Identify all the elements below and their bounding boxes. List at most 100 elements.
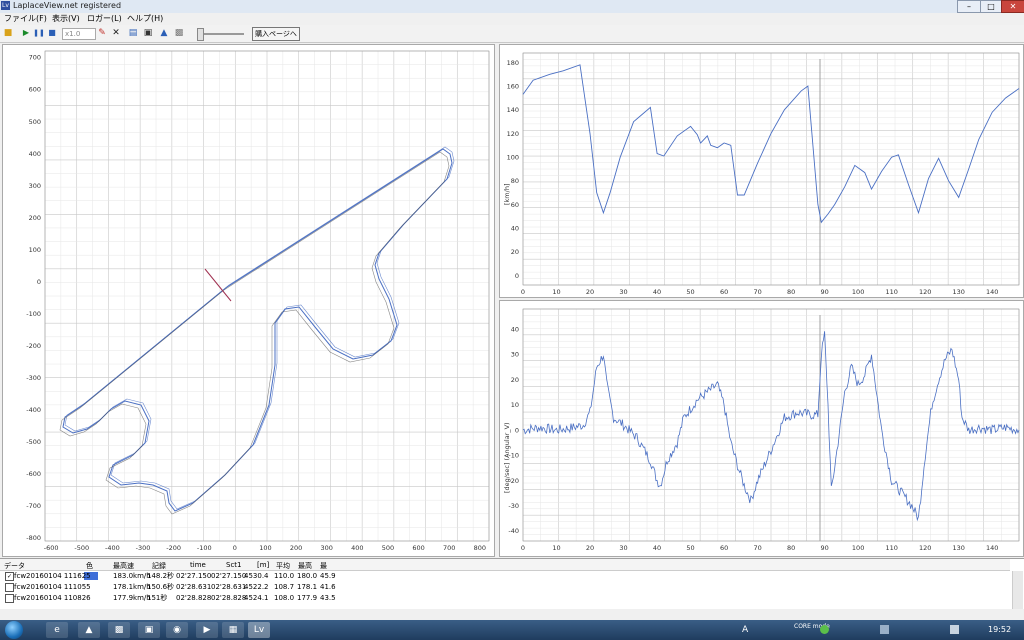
lap-data-list: データ 色 最高速 記録 time Sct1 [m] 平均 最高 最 ✓ fcw2… xyxy=(0,558,1024,609)
speed-y-tick: 40 xyxy=(511,224,519,232)
tray-network-icon[interactable] xyxy=(880,625,889,634)
close-icon[interactable]: ✕ xyxy=(1001,0,1024,13)
angular-chart-panel: 0 10 20 30 40 50 60 70 80 90 100 110 120 130 140 40 30 20… xyxy=(499,300,1024,557)
window-layout-icon[interactable]: ▣ xyxy=(142,27,154,39)
track-map[interactable]: -600 -500 -400 -300 -200 -100 0 100 200 300 400 500… xyxy=(3,45,494,556)
col-time[interactable]: time xyxy=(190,561,206,569)
chart-pen-icon[interactable]: ✎ xyxy=(96,27,108,39)
speed-chart[interactable]: 0 10 20 30 40 50 60 70 80 90 100 110 120 130 140 180 160… xyxy=(500,45,1023,297)
chrome-icon[interactable]: ◉ xyxy=(166,622,188,638)
speed-y-tick: 120 xyxy=(507,130,519,138)
menu-file[interactable]: ファイル(F) xyxy=(4,13,47,25)
col-record[interactable]: 記録 xyxy=(152,561,166,571)
laplaceview-task-icon[interactable]: Lv xyxy=(248,622,270,638)
graph-icon[interactable]: ▲ xyxy=(158,27,170,39)
row-checkbox[interactable]: ✓ xyxy=(5,572,14,581)
angular-x-tick: 0 xyxy=(521,544,525,552)
map-x-tick: 100 xyxy=(259,544,271,552)
pause-icon[interactable]: ❚❚ xyxy=(33,27,45,39)
map-x-tick: 0 xyxy=(233,544,237,552)
speed-x-tick: 140 xyxy=(986,288,998,296)
explorer-icon[interactable]: ▩ xyxy=(108,622,130,638)
speed-y-tick: 100 xyxy=(507,153,519,161)
angular-y-tick: -30 xyxy=(508,502,519,510)
speed-select[interactable]: x1.0 xyxy=(62,28,96,40)
col-max-speed[interactable]: 最高速 xyxy=(113,561,134,571)
track-outline xyxy=(59,146,455,515)
speed-x-tick: 70 xyxy=(753,288,761,296)
vlc-icon[interactable]: ▲ xyxy=(78,622,100,638)
menu-view[interactable]: 表示(V) xyxy=(52,13,80,25)
row-checkbox[interactable] xyxy=(5,594,14,603)
col-data[interactable]: データ xyxy=(4,561,25,571)
tray-status-icon[interactable] xyxy=(820,625,829,634)
col-avg[interactable]: 平均 xyxy=(276,561,290,571)
taskbar: e ▲ ▩ ▣ ◉ ▶ ▦ Lv A CORE mode 19:52 xyxy=(0,620,1024,640)
stop-icon[interactable]: ■ xyxy=(46,27,58,39)
list-header: データ 色 最高速 記録 time Sct1 [m] 平均 最高 最 xyxy=(0,559,1010,571)
start-button[interactable] xyxy=(5,621,23,639)
map-y-tick: -800 xyxy=(26,534,41,542)
map-x-tick: 300 xyxy=(320,544,332,552)
speed-x-tick: 60 xyxy=(720,288,728,296)
row-checkbox[interactable] xyxy=(5,583,14,592)
list-item[interactable]: ✓ fcw20160104 111625 183.0km/h 148.2秒 02'27.… xyxy=(0,571,1010,581)
row-dist: 4522.2 xyxy=(244,583,269,591)
menu-help[interactable]: ヘルプ(H) xyxy=(127,13,163,25)
map-y-tick: -200 xyxy=(26,342,41,350)
col-sct1[interactable]: Sct1 xyxy=(226,561,242,569)
map-x-tick: -600 xyxy=(44,544,59,552)
speed-x-tick: 10 xyxy=(552,288,560,296)
row-sct1: 02'28.631 xyxy=(211,583,247,591)
angular-x-tick: 110 xyxy=(885,544,897,552)
list-item[interactable]: fcw20160104 110826 177.9km/h 151秒 02'28.828… xyxy=(0,593,1010,603)
play-icon[interactable]: ▶ xyxy=(20,27,32,39)
window-title: LaplaceView.net registered xyxy=(13,1,122,10)
menu-logger[interactable]: ロガー(L) xyxy=(87,13,122,25)
map-y-tick: -300 xyxy=(26,374,41,382)
row-max-speed: 183.0km/h xyxy=(113,572,151,580)
speed-x-tick: 130 xyxy=(952,288,964,296)
app-icon-a[interactable]: ▣ xyxy=(138,622,160,638)
angular-x-tick: 100 xyxy=(852,544,864,552)
speed-x-tick: 100 xyxy=(852,288,864,296)
angular-x-tick: 80 xyxy=(787,544,795,552)
export-icon[interactable]: ▤ xyxy=(127,27,139,39)
open-folder-icon[interactable]: ■ xyxy=(2,27,14,39)
maximize-icon[interactable]: □ xyxy=(980,0,1002,13)
media-icon[interactable]: ▶ xyxy=(196,622,218,638)
map-y-tick: -600 xyxy=(26,470,41,478)
map-y-tick: 0 xyxy=(37,278,41,286)
row-last: 43.5 xyxy=(320,594,336,602)
tray-volume-icon[interactable] xyxy=(950,625,959,634)
speed-x-tick: 120 xyxy=(919,288,931,296)
speed-y-label: [km/h] xyxy=(503,184,511,205)
list-scrollbar[interactable] xyxy=(1012,571,1023,609)
col-color[interactable]: 色 xyxy=(86,561,93,571)
row-record: 151秒 xyxy=(147,594,168,602)
angular-x-tick: 60 xyxy=(720,544,728,552)
app-icon-b[interactable]: ▦ xyxy=(222,622,244,638)
col-dist[interactable]: [m] xyxy=(257,561,269,569)
col-max[interactable]: 最高 xyxy=(298,561,312,571)
speed-y-tick: 60 xyxy=(511,201,519,209)
map-x-tick: -300 xyxy=(136,544,151,552)
angular-x-tick: 30 xyxy=(619,544,627,552)
speed-x-tick: 50 xyxy=(686,288,694,296)
ime-indicator[interactable]: A xyxy=(742,625,748,635)
ie-icon[interactable]: e xyxy=(46,622,68,638)
speed-y-tick: 80 xyxy=(511,177,519,185)
print-icon[interactable]: ▩ xyxy=(173,27,185,39)
close-file-icon[interactable]: ✕ xyxy=(110,27,122,39)
clock[interactable]: 19:52 xyxy=(988,625,1011,634)
col-last[interactable]: 最 xyxy=(320,561,327,571)
buy-page-button[interactable]: 購入ページへ xyxy=(252,27,300,41)
angular-chart[interactable]: 0 10 20 30 40 50 60 70 80 90 100 110 120 130 140403020… xyxy=(500,301,1023,556)
row-max: 180.0 xyxy=(297,572,318,580)
list-item[interactable]: fcw20160104 111055 178.1km/h 150.6秒 02'28.6… xyxy=(0,582,1010,592)
angular-y-tick: 40 xyxy=(511,325,519,333)
minimize-icon[interactable]: – xyxy=(957,0,981,13)
playback-slider[interactable] xyxy=(197,28,204,41)
angular-y-tick: 30 xyxy=(511,351,519,359)
map-y-tick: 200 xyxy=(29,214,41,222)
